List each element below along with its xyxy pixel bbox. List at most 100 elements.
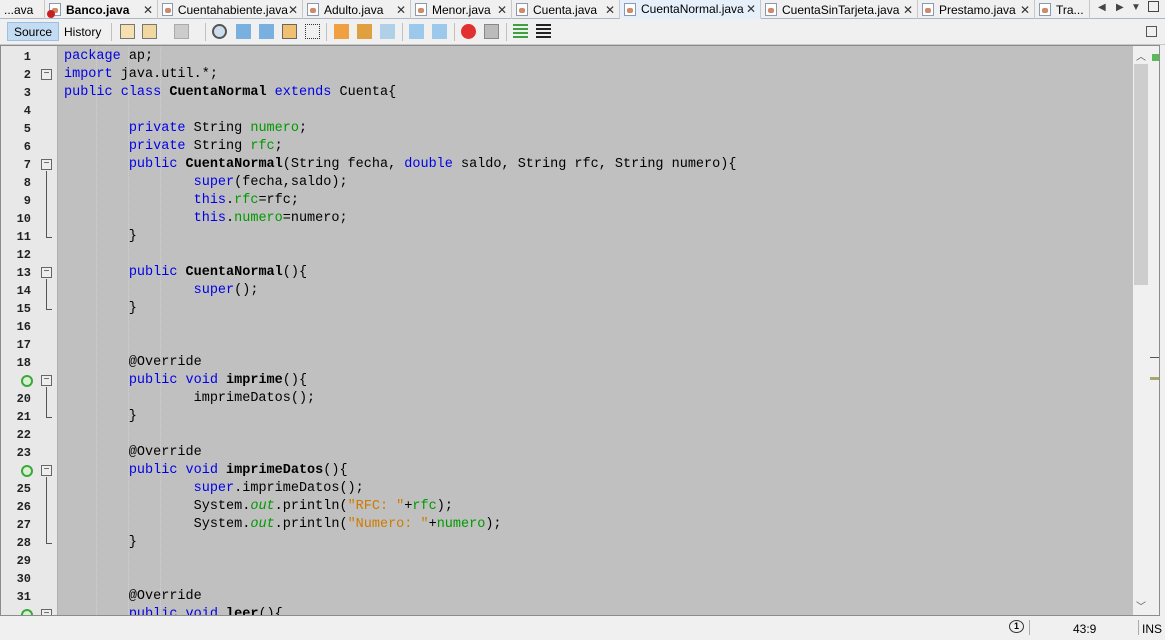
tab-cuentanormal-java[interactable]: CuentaNormal.java ✕ xyxy=(620,0,761,19)
close-tab-icon[interactable]: ✕ xyxy=(903,3,913,17)
notifications-icon[interactable]: 1 xyxy=(1009,620,1024,633)
code-token: (){ xyxy=(258,607,283,616)
code-token: private xyxy=(128,121,186,136)
fold-toggle-icon[interactable]: − xyxy=(41,465,52,476)
previous-bookmark-icon[interactable] xyxy=(334,24,349,39)
code-line[interactable]: public CuentaNormal(String fecha, double… xyxy=(64,156,737,174)
vertical-scrollbar[interactable]: ︿ ﹀ xyxy=(1133,46,1149,615)
code-line[interactable] xyxy=(64,318,736,336)
code-line[interactable] xyxy=(64,102,736,120)
tab-cuentasintarjeta-java[interactable]: CuentaSinTarjeta.java ✕ xyxy=(761,0,918,19)
code-line[interactable] xyxy=(64,246,736,264)
code-line[interactable] xyxy=(64,426,736,444)
code-line[interactable]: } xyxy=(64,300,736,318)
tab-list-dropdown-icon[interactable]: ▼ xyxy=(1131,2,1141,13)
shift-right-icon[interactable] xyxy=(432,24,447,39)
code-token: double xyxy=(404,157,453,172)
scroll-tabs-right-icon[interactable]: ▶ xyxy=(1116,2,1124,13)
tab-cuenta-java[interactable]: Cuenta.java ✕ xyxy=(512,0,620,19)
toggle-highlight-icon[interactable] xyxy=(282,24,297,39)
stop-macro-icon[interactable] xyxy=(484,24,499,39)
code-line[interactable]: @Override xyxy=(64,354,736,372)
override-marker-icon[interactable] xyxy=(21,609,33,615)
tab-cuentahabiente-java[interactable]: Cuentahabiente.java ✕ xyxy=(158,0,303,19)
caret-mark[interactable] xyxy=(1150,357,1159,358)
tab-tra-[interactable]: Tra... xyxy=(1035,0,1090,19)
code-line[interactable]: public void imprime(){ xyxy=(64,372,736,390)
scrollbar-thumb[interactable] xyxy=(1134,64,1148,285)
code-line[interactable]: super.imprimeDatos(); xyxy=(64,480,736,498)
uncomment-icon[interactable] xyxy=(536,24,551,39)
start-macro-icon[interactable] xyxy=(461,24,476,39)
fold-toggle-icon[interactable]: − xyxy=(41,69,52,80)
forward-icon[interactable] xyxy=(174,24,189,39)
fold-toggle-icon[interactable]: − xyxy=(41,375,52,386)
close-tab-icon[interactable]: ✕ xyxy=(1020,3,1030,17)
fold-toggle-icon[interactable]: − xyxy=(41,267,52,278)
tab-adulto-java[interactable]: Adulto.java ✕ xyxy=(303,0,411,19)
code-line[interactable]: private String rfc; xyxy=(64,138,736,156)
code-line[interactable]: @Override xyxy=(64,588,736,606)
code-line[interactable]: import java.util.*; xyxy=(64,66,736,84)
override-marker-icon[interactable] xyxy=(21,465,33,477)
find-icon[interactable] xyxy=(212,24,227,39)
history-tab[interactable]: History xyxy=(58,22,107,41)
close-tab-icon[interactable]: ✕ xyxy=(396,3,406,17)
close-tab-icon[interactable]: ✕ xyxy=(143,3,153,17)
code-line[interactable]: System.out.println("Numero: "+numero); xyxy=(64,516,736,534)
tab-prestamo-java[interactable]: Prestamo.java ✕ xyxy=(918,0,1035,19)
next-bookmark-icon[interactable] xyxy=(357,24,372,39)
code-line[interactable]: imprimeDatos(); xyxy=(64,390,736,408)
code-token: "Numero: " xyxy=(347,517,429,532)
tab-menor-java[interactable]: Menor.java ✕ xyxy=(411,0,512,19)
code-line[interactable]: } xyxy=(64,534,736,552)
code-token: imprime xyxy=(226,373,283,388)
back-icon[interactable] xyxy=(142,24,157,39)
split-editor-icon[interactable] xyxy=(1146,26,1157,37)
tab-banco-java[interactable]: Banco.java ✕ xyxy=(45,0,158,19)
rectangular-selection-icon[interactable] xyxy=(305,24,320,39)
code-line[interactable]: super(); xyxy=(64,282,736,300)
code-line[interactable]: private String numero; xyxy=(64,120,736,138)
code-line[interactable] xyxy=(64,570,736,588)
code-line[interactable] xyxy=(64,552,736,570)
close-tab-icon[interactable]: ✕ xyxy=(288,3,298,17)
code-line[interactable]: public CuentaNormal(){ xyxy=(64,264,736,282)
find-next-icon[interactable] xyxy=(259,24,274,39)
close-tab-icon[interactable]: ✕ xyxy=(497,3,507,17)
source-tab[interactable]: Source xyxy=(7,22,60,41)
code-line[interactable]: public class CuentaNormal extends Cuenta… xyxy=(64,84,736,102)
code-line[interactable]: public void leer(){ xyxy=(64,606,736,616)
line-number: 29 xyxy=(16,554,31,568)
code-line[interactable]: @Override xyxy=(64,444,736,462)
toggle-bookmark-icon[interactable] xyxy=(380,24,395,39)
code-line[interactable]: public void imprimeDatos(){ xyxy=(64,462,736,480)
code-line[interactable]: super(fecha,saldo); xyxy=(64,174,736,192)
annotation-mark[interactable] xyxy=(1150,377,1159,380)
code-line[interactable]: } xyxy=(64,408,736,426)
comment-icon[interactable] xyxy=(513,24,528,39)
insert-mode[interactable]: INS xyxy=(1142,622,1162,636)
shift-left-icon[interactable] xyxy=(409,24,424,39)
last-edit-icon[interactable] xyxy=(120,24,135,39)
scroll-tabs-left-icon[interactable]: ◀ xyxy=(1098,2,1106,13)
code-line[interactable]: this.rfc=rfc; xyxy=(64,192,736,210)
maximize-icon[interactable] xyxy=(1148,1,1159,12)
fold-toggle-icon[interactable]: − xyxy=(41,609,52,615)
code-line[interactable]: this.numero=numero; xyxy=(64,210,736,228)
code-line[interactable]: } xyxy=(64,228,736,246)
code-line[interactable]: package ap; xyxy=(64,48,736,66)
code-line[interactable]: System.out.println("RFC: "+rfc); xyxy=(64,498,736,516)
override-marker-icon[interactable] xyxy=(21,375,33,387)
code-line[interactable] xyxy=(64,336,736,354)
code-editor[interactable]: 1 2 3 4 5 6 7 8 9 10 11 12 13 14 15 16 17 18 20 21 22 23 25 26 2… xyxy=(0,45,1160,616)
find-previous-icon[interactable] xyxy=(236,24,251,39)
scroll-down-icon[interactable]: ﹀ xyxy=(1136,598,1146,613)
java-file-icon xyxy=(765,3,777,16)
fold-toggle-icon[interactable]: − xyxy=(41,159,52,170)
code-content[interactable]: package ap; import java.util.*; public cla… xyxy=(64,48,737,616)
scroll-up-icon[interactable]: ︿ xyxy=(1136,48,1146,63)
close-tab-icon[interactable]: ✕ xyxy=(605,3,615,17)
tab--ava[interactable]: ...ava xyxy=(0,0,45,19)
close-tab-icon[interactable]: ✕ xyxy=(746,2,756,16)
